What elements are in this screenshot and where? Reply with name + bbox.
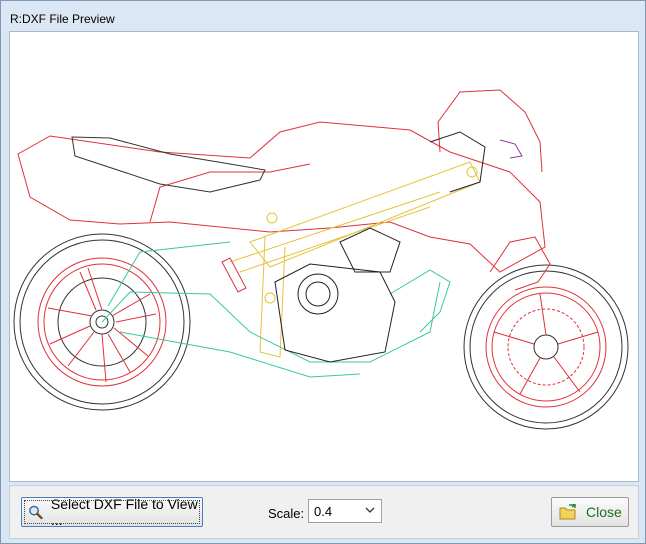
seat-outline: [71, 136, 266, 193]
scale-value: 0.4: [314, 504, 333, 519]
scale-dropdown[interactable]: 0.4: [308, 499, 382, 523]
folder-exit-icon: [559, 504, 577, 520]
subframe-lines: [101, 241, 451, 378]
title-bar: R:DXF File Preview: [1, 1, 645, 31]
bottom-toolbar: Select DXF File to View ... Scale: 0.4 C…: [9, 485, 639, 539]
motorcycle-drawing: [13, 89, 629, 430]
dxf-preview-window: R:DXF File Preview Select DXF File to Vi…: [0, 0, 646, 544]
window-title: R:DXF File Preview: [10, 12, 115, 26]
chevron-down-icon: [365, 507, 375, 513]
front-wheel: [463, 264, 629, 430]
instrument-detail: [499, 139, 523, 159]
select-dxf-file-label: Select DXF File to View ...: [50, 496, 198, 528]
close-button-label: Close: [586, 504, 622, 520]
rear-shock: [221, 257, 247, 293]
engine-block: [274, 131, 486, 363]
scale-label: Scale:: [268, 506, 305, 521]
frame-lines: [229, 161, 481, 358]
select-dxf-file-button[interactable]: Select DXF File to View ...: [21, 496, 203, 528]
close-button[interactable]: Close: [551, 497, 629, 527]
dxf-preview-canvas: [9, 31, 639, 482]
magnifier-icon: [29, 505, 43, 520]
